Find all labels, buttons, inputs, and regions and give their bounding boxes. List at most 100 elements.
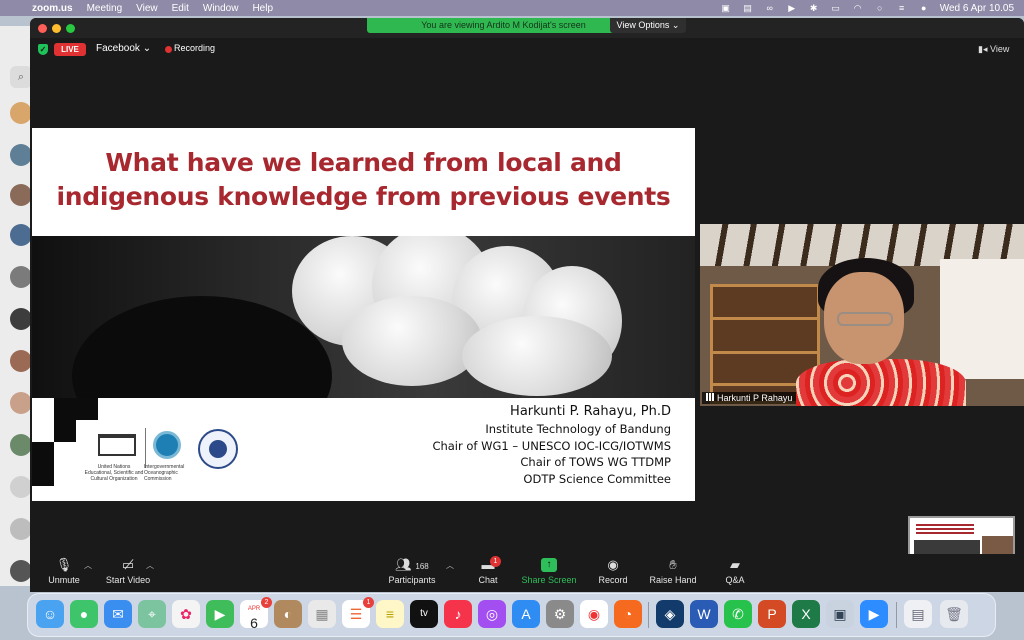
avatar[interactable] <box>10 308 32 330</box>
avatar[interactable] <box>10 434 32 456</box>
checker-block <box>32 464 54 486</box>
participant-name: Harkunti P Rahayu <box>717 393 793 403</box>
finder-icon[interactable]: ☺ <box>36 600 64 628</box>
search-icon[interactable]: ○ <box>874 3 886 13</box>
speaker-role-2: Chair of TOWS WG TTDMP <box>520 455 671 469</box>
view-button[interactable]: ▮◂ View <box>978 42 1018 57</box>
avatar[interactable] <box>10 144 32 166</box>
creative-cloud-icon[interactable]: ∞ <box>764 3 776 13</box>
calendar-icon[interactable]: APR 6 2 <box>240 597 272 631</box>
avatar[interactable] <box>10 266 32 288</box>
mini-slide-title <box>916 524 974 536</box>
podcasts-icon[interactable]: ◎ <box>478 600 506 628</box>
preview-icon[interactable]: ▣ <box>826 600 854 628</box>
view-options-button[interactable]: View Options ⌄ <box>610 18 686 33</box>
siri-icon[interactable]: ● <box>918 3 930 13</box>
qa-button[interactable]: ▰ Q&A <box>720 558 750 586</box>
share-screen-button[interactable]: ↑ Share Screen <box>520 558 578 585</box>
signal-strength-icon <box>706 393 714 401</box>
menu-help[interactable]: Help <box>252 3 273 14</box>
menu-view[interactable]: View <box>136 3 158 14</box>
live-badge[interactable]: LIVE <box>54 43 86 56</box>
search-icon[interactable]: ⌕ <box>10 66 32 88</box>
control-center-icon[interactable]: ≡ <box>896 3 908 13</box>
facetime-icon[interactable]: ▶ <box>206 600 234 628</box>
avatar[interactable] <box>10 392 32 414</box>
maps-icon[interactable]: ⌖ <box>138 600 166 628</box>
avatar[interactable] <box>10 560 32 582</box>
minimize-icon[interactable] <box>52 24 61 33</box>
background-window[interactable]: ⌕ <box>0 26 34 586</box>
close-icon[interactable] <box>38 24 47 33</box>
stream-target-dropdown[interactable]: Facebook ⌄ <box>96 43 151 54</box>
avatar[interactable] <box>10 518 32 540</box>
unmute-button[interactable]: 🎙︎ Unmute <box>44 558 84 586</box>
avatar[interactable] <box>10 350 32 372</box>
battery-icon[interactable]: ▭ <box>830 3 842 13</box>
mail-icon[interactable]: ✉ <box>104 600 132 628</box>
powerpoint-icon[interactable]: P <box>758 600 786 628</box>
menu-meeting[interactable]: Meeting <box>87 3 123 14</box>
avatar[interactable] <box>10 224 32 246</box>
mac-menu-bar: zoom.us Meeting View Edit Window Help ▣ … <box>0 0 1024 16</box>
unesco-caption: United Nations Educational, Scientific a… <box>84 464 144 482</box>
record-label: Record <box>598 575 628 585</box>
record-icon: ◉ <box>607 557 619 572</box>
speaker-glasses <box>837 312 893 326</box>
dock-divider <box>896 602 897 628</box>
bi-tray-icon[interactable]: ▤ <box>742 3 754 13</box>
firefox-icon[interactable]: ◔ <box>614 600 642 628</box>
chevron-up-icon[interactable]: ︿ <box>446 560 454 571</box>
checker-block <box>32 442 54 464</box>
participants-button[interactable]: 👥︎ 168 Participants <box>384 557 440 586</box>
launchpad-icon[interactable]: ▦ <box>308 600 336 628</box>
wifi-icon[interactable]: ◠ <box>852 3 864 13</box>
menu-edit[interactable]: Edit <box>172 3 189 14</box>
mac-dock: ☺ ● ✉ ⌖ ✿ ▶ APR 6 2 ◐ ▦ ☰ 1 ≡ tv ♪ ◎ A ⚙ … <box>27 593 996 637</box>
avatar[interactable] <box>10 102 32 124</box>
chrome-icon[interactable]: ◉ <box>580 600 608 628</box>
avatar[interactable] <box>10 184 32 206</box>
menu-app-name[interactable]: zoom.us <box>32 3 73 14</box>
bluetooth-icon[interactable]: ✱ <box>808 3 820 13</box>
participants-label: Participants <box>388 575 436 585</box>
chevron-up-icon[interactable]: ︿ <box>146 560 154 571</box>
messages-icon[interactable]: ● <box>70 600 98 628</box>
photos-icon[interactable]: ✿ <box>172 600 200 628</box>
contacts-icon[interactable]: ◐ <box>274 600 302 628</box>
music-icon[interactable]: ♪ <box>444 600 472 628</box>
zoom-tray-icon[interactable]: ▣ <box>720 3 732 13</box>
shield-icon[interactable]: ✓ <box>38 44 48 55</box>
excel-icon[interactable]: X <box>792 600 820 628</box>
ioc-caption: Intergovernmental Oceanographic Commissi… <box>144 464 185 482</box>
reminders-icon[interactable]: ☰ 1 <box>342 597 374 628</box>
avatar[interactable] <box>10 476 32 498</box>
ash-plume <box>342 296 482 386</box>
record-button[interactable]: ◉ Record <box>594 557 632 586</box>
notes-icon[interactable]: ≡ <box>376 600 404 628</box>
trash-icon[interactable]: 🗑︎ <box>940 600 968 628</box>
menu-clock[interactable]: Wed 6 Apr 10.05 <box>940 3 1014 14</box>
checker-block <box>76 398 98 420</box>
apple-tv-icon[interactable]: tv <box>410 600 438 628</box>
menu-window[interactable]: Window <box>203 3 239 14</box>
word-icon[interactable]: W <box>690 600 718 628</box>
raise-hand-button[interactable]: ✋︎ Raise Hand <box>648 558 698 586</box>
recording-label[interactable]: Recording <box>174 43 215 53</box>
downloads-stack-icon[interactable]: ▤ <box>904 600 932 628</box>
raise-hand-label: Raise Hand <box>649 575 697 585</box>
app-store-icon[interactable]: A <box>512 600 540 628</box>
webex-icon[interactable]: ◈ <box>656 600 684 628</box>
island-shape <box>72 296 332 398</box>
play-icon[interactable]: ▶ <box>786 3 798 13</box>
zoom-icon[interactable]: ▶ <box>860 600 888 628</box>
chevron-up-icon[interactable]: ︿ <box>84 560 92 571</box>
system-preferences-icon[interactable]: ⚙ <box>546 600 574 628</box>
speaker-video-tile[interactable]: Harkunti P Rahayu <box>700 224 1024 406</box>
calendar-badge: 2 <box>261 597 272 608</box>
slide-title: What have we learned from local and indi… <box>32 146 695 214</box>
chat-button[interactable]: ▬ 1 Chat <box>470 556 506 585</box>
whatsapp-icon[interactable]: ✆ <box>724 600 752 628</box>
participants-icon: 👥︎ 168 <box>395 557 429 572</box>
maximize-icon[interactable] <box>66 24 75 33</box>
